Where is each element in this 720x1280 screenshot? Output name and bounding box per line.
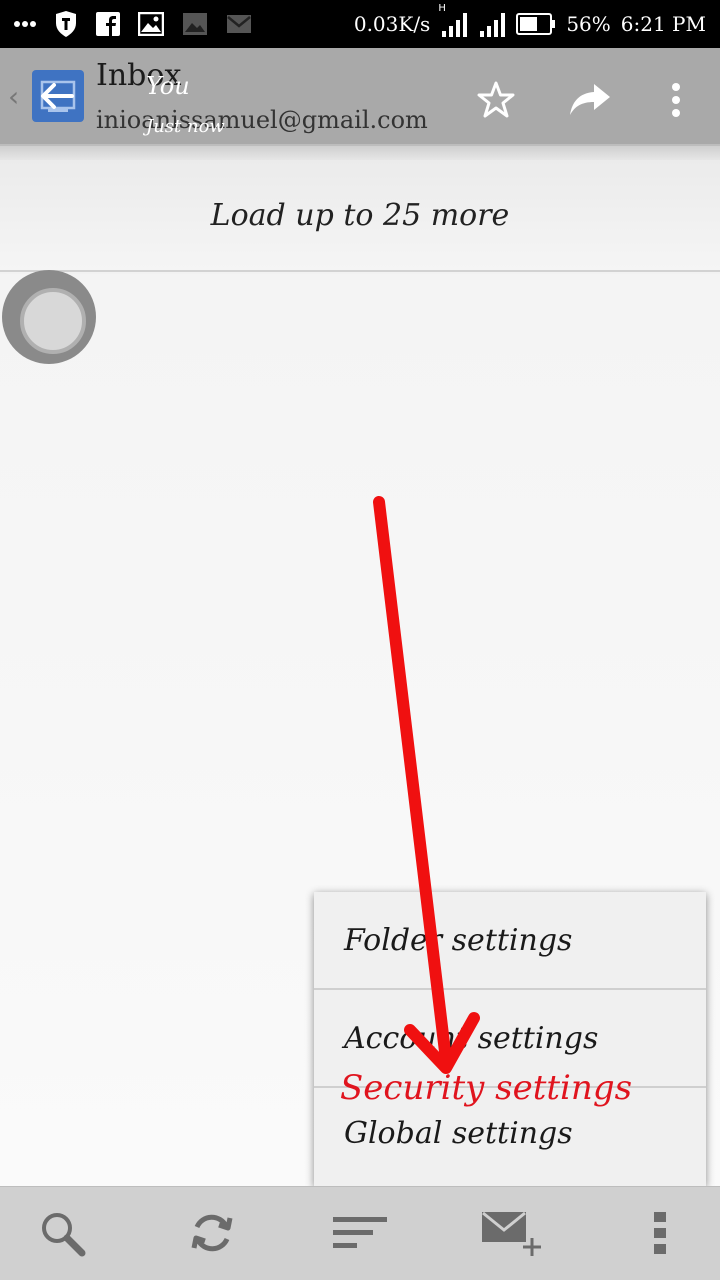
overflow-menu-button-bottom[interactable] (632, 1205, 688, 1261)
forward-icon (570, 84, 610, 115)
image-icon (138, 12, 164, 36)
overflow-menu-icon (654, 1212, 666, 1254)
load-more-button[interactable]: Load up to 25 more (0, 160, 720, 272)
facebook-icon (96, 12, 120, 36)
annotation-security-settings: Security settings (340, 1068, 633, 1108)
app-bar-divider (0, 144, 720, 160)
clock: 6:21 PM (620, 12, 706, 36)
status-bar: 0.03K/s H 56% 6:21 PM (0, 0, 720, 48)
forward-button[interactable] (568, 78, 612, 122)
chevron-left-icon[interactable]: ‹ (8, 80, 19, 113)
overlay-timestamp: Just now (146, 116, 225, 137)
settings-menu: Folder settings Account settings Global … (314, 892, 706, 1186)
overflow-menu-icon (672, 83, 680, 117)
search-icon (42, 1213, 86, 1257)
back-arrow-icon[interactable] (32, 70, 84, 122)
compose-button[interactable] (478, 1205, 548, 1261)
refresh-icon (191, 1214, 233, 1252)
more-dots-icon (14, 20, 36, 28)
overlay-sender: You (146, 72, 190, 100)
battery-percent: 56% (566, 12, 611, 36)
overflow-menu-button[interactable] (654, 78, 698, 122)
mail-icon (226, 13, 252, 35)
sort-button[interactable] (332, 1205, 388, 1261)
signal-icon: H (438, 3, 468, 37)
floating-assistive-button[interactable] (2, 270, 96, 364)
menu-item-folder-settings[interactable]: Folder settings (314, 892, 706, 990)
shield-icon (54, 11, 78, 37)
signal-icon (478, 11, 506, 37)
sort-icon (333, 1217, 387, 1248)
star-button[interactable] (474, 78, 518, 122)
network-type-label: H (438, 3, 446, 14)
search-button[interactable] (34, 1205, 90, 1261)
refresh-button[interactable] (184, 1205, 240, 1261)
net-speed: 0.03K/s (353, 12, 431, 36)
compose-icon (482, 1211, 541, 1256)
gallery-icon (182, 12, 208, 36)
battery-icon (516, 13, 556, 35)
bottom-toolbar (0, 1186, 720, 1280)
star-icon (477, 81, 515, 118)
